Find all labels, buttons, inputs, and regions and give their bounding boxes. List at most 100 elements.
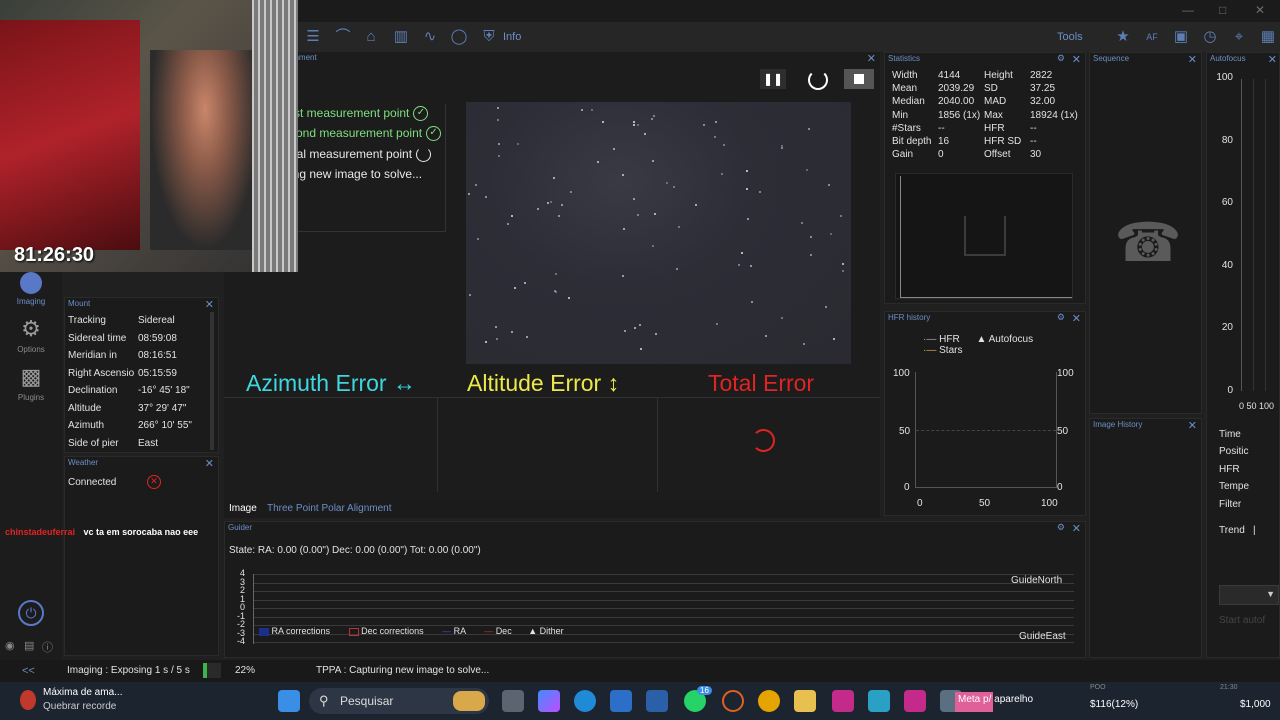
af-icon[interactable]: AF bbox=[1143, 28, 1161, 46]
focus-icon[interactable]: ▣ bbox=[1172, 28, 1190, 46]
task-view-icon[interactable] bbox=[502, 690, 524, 712]
app-icon[interactable] bbox=[646, 690, 668, 712]
opera-icon[interactable] bbox=[722, 690, 744, 712]
store-icon[interactable] bbox=[610, 690, 632, 712]
edge-icon[interactable] bbox=[574, 690, 596, 712]
copilot-icon[interactable] bbox=[538, 690, 560, 712]
altitude-error-text: Altitude Error bbox=[467, 370, 602, 396]
app2-icon[interactable] bbox=[832, 690, 854, 712]
altitude-error-label: Altitude Error ↕ bbox=[467, 370, 619, 397]
pause-button[interactable]: ❚❚ bbox=[760, 69, 786, 89]
star-dot bbox=[602, 121, 604, 123]
chat-line: chinstadeuferrai vc ta em sorocaba nao e… bbox=[5, 527, 198, 537]
stat-value: 1856 (1x) bbox=[938, 109, 981, 121]
minimize-icon[interactable]: — bbox=[1182, 3, 1194, 17]
filter-dropdown[interactable]: ▼ bbox=[1219, 585, 1279, 605]
star-dot bbox=[810, 236, 812, 238]
hfr-x-0: 0 bbox=[917, 498, 923, 509]
status-bar: << Imaging : Exposing 1 s / 5 s 22% TPPA… bbox=[0, 660, 1280, 682]
disconnected-icon: ✕ bbox=[147, 475, 161, 489]
star-icon[interactable]: ★ bbox=[1114, 28, 1132, 46]
start-autofocus-button[interactable]: Start autof bbox=[1219, 615, 1265, 626]
autofocus-y-tick: 80 bbox=[1221, 134, 1233, 146]
chrome-icon[interactable] bbox=[758, 690, 780, 712]
nav-imaging[interactable]: Imaging bbox=[0, 272, 62, 306]
grid-icon[interactable]: ▦ bbox=[1259, 28, 1277, 46]
close-icon[interactable]: ✕ bbox=[205, 298, 214, 311]
app3-icon[interactable] bbox=[868, 690, 890, 712]
close-icon[interactable]: ✕ bbox=[867, 52, 876, 65]
house-icon[interactable]: ⌂ bbox=[362, 28, 380, 46]
star-dot bbox=[644, 133, 646, 135]
book-icon[interactable]: ▤ bbox=[24, 639, 34, 652]
step-solving: ing new image to solve... bbox=[290, 167, 423, 181]
star-dot bbox=[806, 169, 808, 171]
stat-value: 37.25 bbox=[1030, 83, 1056, 95]
search-box[interactable]: ⚲ Pesquisar bbox=[309, 688, 489, 714]
shield-icon[interactable]: ⛨ bbox=[480, 28, 498, 46]
bulb-icon[interactable]: ◯ bbox=[450, 28, 468, 46]
stop-button[interactable] bbox=[844, 69, 874, 89]
star-dot bbox=[526, 336, 528, 338]
person-shape bbox=[150, 50, 260, 250]
close-icon[interactable]: ✕ bbox=[1188, 53, 1197, 66]
star-dot bbox=[751, 301, 753, 303]
info-tab[interactable]: Info bbox=[503, 31, 521, 43]
image-history-panel: Image History ✕ bbox=[1089, 418, 1202, 658]
eye-icon[interactable]: ◉ bbox=[5, 639, 15, 652]
stat-value: 0 bbox=[938, 149, 944, 161]
close-icon[interactable]: ✕ bbox=[205, 457, 214, 470]
close-window-icon[interactable]: ✕ bbox=[1255, 3, 1265, 17]
star-dot bbox=[765, 335, 767, 337]
gear-icon[interactable]: ⚙ bbox=[1057, 522, 1065, 533]
star-dot bbox=[746, 188, 748, 190]
wave-icon[interactable]: ∿ bbox=[421, 28, 439, 46]
gear-icon[interactable]: ⚙ bbox=[1057, 312, 1065, 323]
info-icon[interactable]: ⓘ bbox=[42, 639, 53, 655]
mic-icon[interactable] bbox=[20, 690, 36, 710]
stat-label: Offset bbox=[984, 149, 1011, 161]
mount-row-value: -16° 45' 18" bbox=[138, 385, 190, 396]
star-dot bbox=[810, 254, 812, 256]
tools-label[interactable]: Tools bbox=[1057, 31, 1083, 43]
star-dot bbox=[477, 238, 479, 240]
nav-plugins[interactable]: ▩ Plugins bbox=[0, 364, 62, 402]
close-icon[interactable]: ✕ bbox=[1188, 419, 1197, 432]
target-icon[interactable]: ⌖ bbox=[1230, 28, 1248, 46]
star-dot bbox=[568, 297, 570, 299]
scrollbar[interactable] bbox=[210, 312, 214, 450]
tab-image[interactable]: Image bbox=[229, 503, 257, 514]
sliders-icon[interactable]: ☰ bbox=[304, 28, 322, 46]
star-dot bbox=[475, 184, 477, 186]
bar-chart-icon[interactable]: ▥ bbox=[392, 28, 410, 46]
arc-icon[interactable]: ⌒ bbox=[334, 28, 352, 46]
legend-stars: Stars bbox=[939, 345, 963, 356]
left-right-arrow-icon: ↔ bbox=[392, 370, 416, 396]
close-icon[interactable]: ✕ bbox=[1072, 312, 1081, 325]
chat-message: vc ta em sorocaba nao eee bbox=[83, 527, 199, 537]
collapse-icon[interactable]: << bbox=[22, 665, 35, 677]
tppa-status: TPPA : Capturing new image to solve... bbox=[316, 665, 490, 676]
app4-icon[interactable] bbox=[904, 690, 926, 712]
nav-options[interactable]: ⚙ Options bbox=[0, 316, 62, 354]
folder-icon[interactable] bbox=[794, 690, 816, 712]
legend-dec-corrections: Dec corrections bbox=[361, 626, 424, 636]
stat-label: SD bbox=[984, 83, 998, 95]
hfr-history-panel: HFR history ⚙ ✕ ·— HFR ▲ Autofocus ·— St… bbox=[884, 311, 1086, 516]
power-icon[interactable]: ⏻ bbox=[18, 600, 44, 626]
windows-start-icon[interactable] bbox=[278, 690, 300, 712]
gear-icon[interactable]: ⚙ bbox=[1057, 53, 1065, 64]
stat-label: Min bbox=[892, 109, 909, 121]
maximize-icon[interactable]: □ bbox=[1219, 3, 1226, 17]
history-icon[interactable]: ◷ bbox=[1201, 28, 1219, 46]
tab-tppa[interactable]: Three Point Polar Alignment bbox=[267, 503, 392, 514]
close-icon[interactable]: ✕ bbox=[1072, 522, 1081, 535]
star-dot bbox=[623, 228, 625, 230]
star-dot bbox=[747, 218, 749, 220]
star-dot bbox=[537, 208, 539, 210]
close-icon[interactable]: ✕ bbox=[1072, 53, 1081, 66]
taskbar: Máxima de ama... Quebrar recorde ⚲ Pesqu… bbox=[0, 682, 1280, 720]
stat-value: 32.00 bbox=[1030, 96, 1056, 108]
close-icon[interactable]: ✕ bbox=[1268, 53, 1277, 66]
nav-options-label: Options bbox=[17, 345, 45, 354]
